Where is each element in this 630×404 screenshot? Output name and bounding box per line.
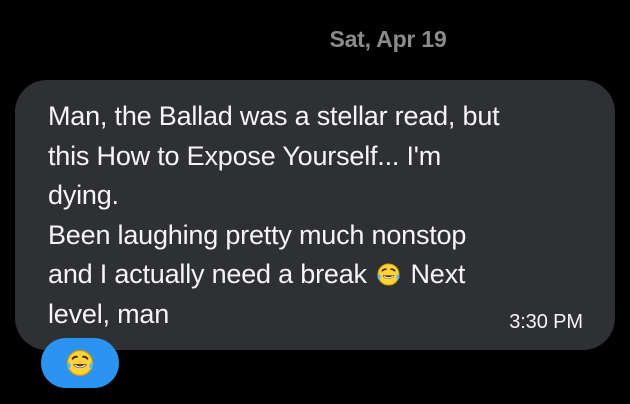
message-line: Next — [410, 259, 466, 289]
reaction-badge[interactable] — [41, 338, 119, 388]
tears-of-joy-icon — [66, 349, 94, 377]
message-line: dying. — [48, 180, 119, 210]
message-line: and I actually need a break — [48, 259, 367, 289]
message-timestamp: 3:30 PM — [509, 311, 583, 333]
message-line: Been laughing pretty much nonstop — [48, 219, 467, 250]
message-bubble[interactable]: Man, the Ballad was a stellar read, but … — [15, 80, 615, 350]
message-text: Man, the Ballad was a stellar read, but … — [48, 97, 593, 334]
date-separator: Sat, Apr 19 — [329, 26, 447, 52]
message-line: this How to Expose Yourself... I'm — [48, 140, 442, 171]
message-line: Man, the Ballad was a stellar read, but — [48, 101, 500, 131]
message-line-with-emoji: and I actually need a break Next — [48, 255, 593, 295]
tears-of-joy-icon — [377, 263, 400, 286]
